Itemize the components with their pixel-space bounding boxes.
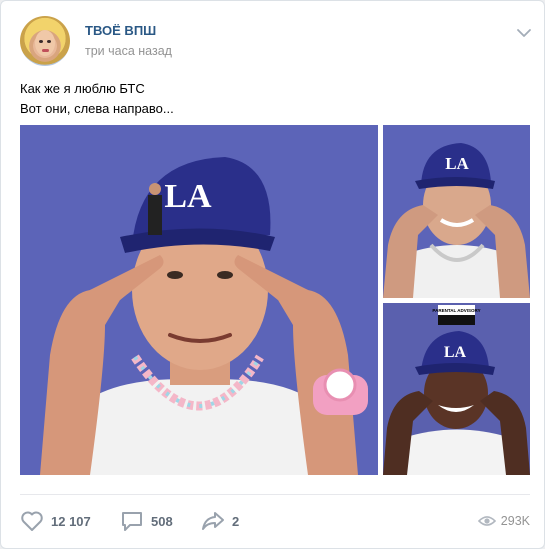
- views-counter: 293K: [477, 510, 530, 532]
- cap-logo: LA: [445, 154, 469, 173]
- shares-count: 2: [232, 513, 240, 529]
- post-text: Как же я люблю БТС Вот они, слева направ…: [20, 79, 174, 119]
- heart-icon: [20, 510, 44, 532]
- post-card: ТВОЁ ВПШ три часа назад Как же я люблю Б…: [0, 0, 545, 549]
- like-button[interactable]: 12 107: [20, 510, 91, 532]
- avatar[interactable]: [20, 16, 70, 66]
- share-button[interactable]: 2: [201, 510, 239, 532]
- post-text-line: Вот они, слева направо...: [20, 101, 174, 116]
- author-name[interactable]: ТВОЁ ВПШ: [85, 23, 156, 38]
- chevron-down-icon[interactable]: [516, 26, 532, 38]
- post-text-line: Как же я люблю БТС: [20, 81, 145, 96]
- likes-count: 12 107: [51, 513, 91, 529]
- eye-icon: [477, 514, 496, 528]
- share-icon: [201, 510, 225, 532]
- photo-main[interactable]: LA: [20, 125, 378, 475]
- comments-count: 508: [151, 513, 173, 529]
- views-count: 293K: [500, 514, 530, 528]
- comment-icon: [120, 510, 144, 532]
- photo-top-right[interactable]: LA: [383, 125, 530, 298]
- photo-bottom-right[interactable]: PARENTAL ADVISORY LA: [383, 303, 530, 475]
- comment-button[interactable]: 508: [120, 510, 173, 532]
- parental-advisory-label: PARENTAL ADVISORY: [432, 308, 480, 313]
- post-time[interactable]: три часа назад: [85, 44, 172, 58]
- post-header: ТВОЁ ВПШ три часа назад: [20, 14, 532, 66]
- cap-logo: LA: [164, 178, 212, 215]
- post-actions: 12 107 508 2 293K: [20, 494, 530, 548]
- cap-logo: LA: [444, 344, 467, 361]
